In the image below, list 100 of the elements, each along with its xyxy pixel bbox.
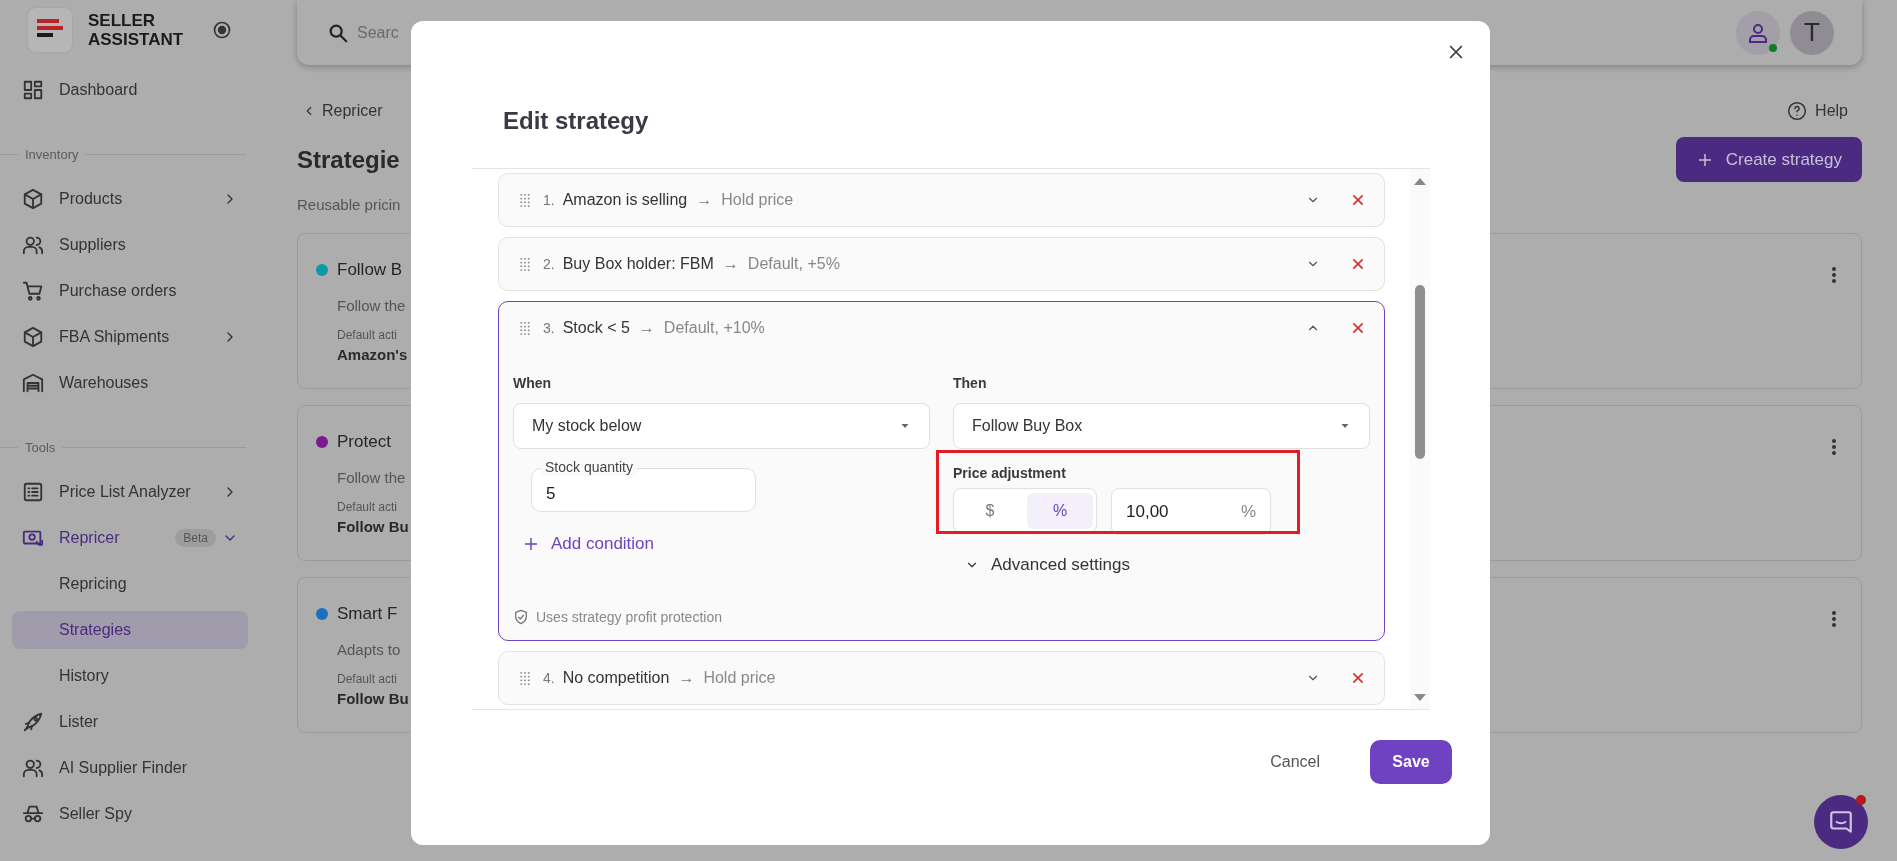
cancel-button[interactable]: Cancel xyxy=(1258,740,1332,784)
drag-handle-icon[interactable] xyxy=(519,671,531,685)
arrow-glyph: → xyxy=(678,669,695,687)
spy-icon xyxy=(22,803,44,825)
chat-button[interactable] xyxy=(1814,795,1868,849)
unit-option[interactable]: $ xyxy=(957,492,1023,529)
notification-dot xyxy=(1856,795,1866,805)
avatar[interactable]: T xyxy=(1790,10,1834,55)
sidebar-item[interactable]: Dashboard xyxy=(12,71,248,109)
advanced-settings-toggle[interactable]: Advanced settings xyxy=(965,555,1130,575)
default-action-value: Amazon's xyxy=(337,346,408,363)
sidebar-item[interactable]: Repricer Beta xyxy=(12,519,248,557)
box-icon xyxy=(22,188,44,210)
sidebar-item[interactable]: Warehouses xyxy=(12,364,248,402)
field-label: Price adjustment xyxy=(953,465,1067,481)
rule-condition: Buy Box holder: FBM xyxy=(562,255,714,273)
rule-number: 3. xyxy=(543,320,555,336)
delete-icon[interactable] xyxy=(1350,256,1366,272)
shield-check-icon xyxy=(513,609,529,625)
rule-card[interactable]: 3. Stock < 5 → Default, +10% When My stock below 5 Stock quantity Add condition Then Follow Buy Box Price adjustment $ % 10,00 % Advanced settings Uses strategy profit protection xyxy=(498,301,1385,641)
profit-protection-note: Uses strategy profit protection xyxy=(536,609,722,625)
section-label: Inventory xyxy=(0,140,260,168)
status-dot xyxy=(1769,43,1777,52)
rocket-icon xyxy=(22,711,44,733)
sidebar-item[interactable]: History xyxy=(12,657,248,695)
drag-handle-icon[interactable] xyxy=(519,193,531,207)
sidebar-item[interactable]: AI Supplier Finder xyxy=(12,749,248,787)
dashboard-icon xyxy=(22,79,44,101)
strategy-name: Smart F xyxy=(337,604,398,624)
field-label: When xyxy=(513,375,553,391)
rule-action: Default, +10% xyxy=(663,319,766,337)
default-action-label: Default acti xyxy=(337,500,399,514)
brand-name: SELLER ASSISTANT xyxy=(88,11,185,49)
sidebar-item[interactable]: Lister xyxy=(12,703,248,741)
help-icon xyxy=(1787,101,1808,121)
beta-badge: Beta xyxy=(175,529,216,547)
people-icon xyxy=(22,757,44,779)
rule-condition: Amazon is selling xyxy=(562,191,688,209)
rule-action: Default, +5% xyxy=(747,255,841,273)
delete-icon[interactable] xyxy=(1350,670,1366,686)
more-icon[interactable] xyxy=(1831,610,1837,628)
rule-number: 2. xyxy=(543,256,555,272)
logo-icon xyxy=(28,8,72,52)
rule-condition: No competition xyxy=(562,669,670,687)
delete-icon[interactable] xyxy=(1350,192,1366,208)
drag-handle-icon[interactable] xyxy=(519,257,531,271)
more-icon[interactable] xyxy=(1831,266,1837,284)
sidebar-item[interactable]: Price List Analyzer xyxy=(12,473,248,511)
rule-action: Hold price xyxy=(703,669,777,687)
arrow-glyph: → xyxy=(696,191,713,209)
rule-number: 4. xyxy=(543,670,555,686)
box-icon xyxy=(22,326,44,348)
unit-option[interactable]: % xyxy=(1027,492,1093,529)
user-button[interactable] xyxy=(1736,10,1780,55)
adjustment-field[interactable]: 10,00 % xyxy=(1111,488,1271,535)
sidebar-item[interactable]: Repricing xyxy=(12,565,248,603)
strategy-name: Protect xyxy=(337,432,391,452)
chat-icon xyxy=(1828,809,1854,835)
radio-icon xyxy=(212,20,232,40)
default-action-value: Follow Bu xyxy=(337,690,409,707)
page-title: Strategie xyxy=(297,145,400,174)
strategy-description: Adapts to xyxy=(337,641,402,658)
section-label: Tools xyxy=(0,433,260,461)
back-link[interactable]: Repricer xyxy=(302,102,383,120)
sidebar-item[interactable]: Products xyxy=(12,180,248,218)
arrow-glyph: → xyxy=(638,319,655,337)
rule-card[interactable]: 4. No competition → Hold price xyxy=(498,651,1385,705)
sidebar-item[interactable]: Purchase orders xyxy=(12,272,248,310)
sidebar-item[interactable]: Seller Spy xyxy=(12,795,248,833)
rule-action: Hold price xyxy=(721,191,795,209)
rule-number: 1. xyxy=(543,192,555,208)
rule-card[interactable]: 1. Amazon is selling → Hold price xyxy=(498,173,1385,227)
plus-icon xyxy=(523,536,539,552)
cart-icon xyxy=(22,280,44,302)
action-dropdown[interactable]: Follow Buy Box xyxy=(953,403,1370,449)
drag-handle-icon[interactable] xyxy=(519,321,531,335)
strategy-description: Follow the xyxy=(337,469,407,486)
unit-suffix: % xyxy=(1240,501,1256,522)
dialog-title: Edit strategy xyxy=(503,107,650,135)
arrow-glyph: → xyxy=(722,255,739,273)
condition-dropdown[interactable]: My stock below xyxy=(513,403,930,449)
rule-card[interactable]: 2. Buy Box holder: FBM → Default, +5% xyxy=(498,237,1385,291)
list-icon xyxy=(22,481,44,503)
sidebar-item[interactable]: FBA Shipments xyxy=(12,318,248,356)
sidebar-item[interactable]: Strategies xyxy=(12,611,248,649)
delete-icon[interactable] xyxy=(1350,320,1366,336)
default-action-label: Default acti xyxy=(337,672,399,686)
rule-condition: Stock < 5 xyxy=(562,319,630,337)
warehouse-icon xyxy=(22,372,44,394)
more-icon[interactable] xyxy=(1831,438,1837,456)
sidebar-item[interactable]: Suppliers xyxy=(12,226,248,264)
strategy-name: Follow B xyxy=(337,260,403,280)
create-strategy-button[interactable]: Create strategy xyxy=(1675,137,1862,182)
page-subtitle: Reusable pricin xyxy=(297,196,401,213)
save-button[interactable]: Save xyxy=(1370,740,1452,784)
field-label: Then xyxy=(953,375,988,391)
default-action-value: Follow Bu xyxy=(337,518,409,535)
add-condition-button[interactable]: Add condition xyxy=(523,534,655,554)
help-link[interactable]: Help xyxy=(1787,101,1848,121)
people-icon xyxy=(22,234,44,256)
